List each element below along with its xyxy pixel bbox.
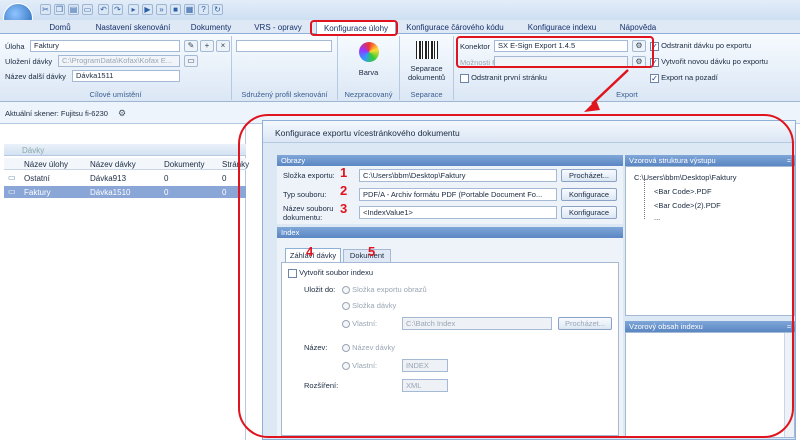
annotation-3: 3 (340, 201, 348, 216)
annotation-1: 1 (340, 165, 348, 180)
annotation-5: 5 (368, 244, 376, 259)
annotation-arrow (584, 69, 629, 112)
annotation-2: 2 (340, 183, 348, 198)
annotation-4: 4 (306, 244, 314, 259)
